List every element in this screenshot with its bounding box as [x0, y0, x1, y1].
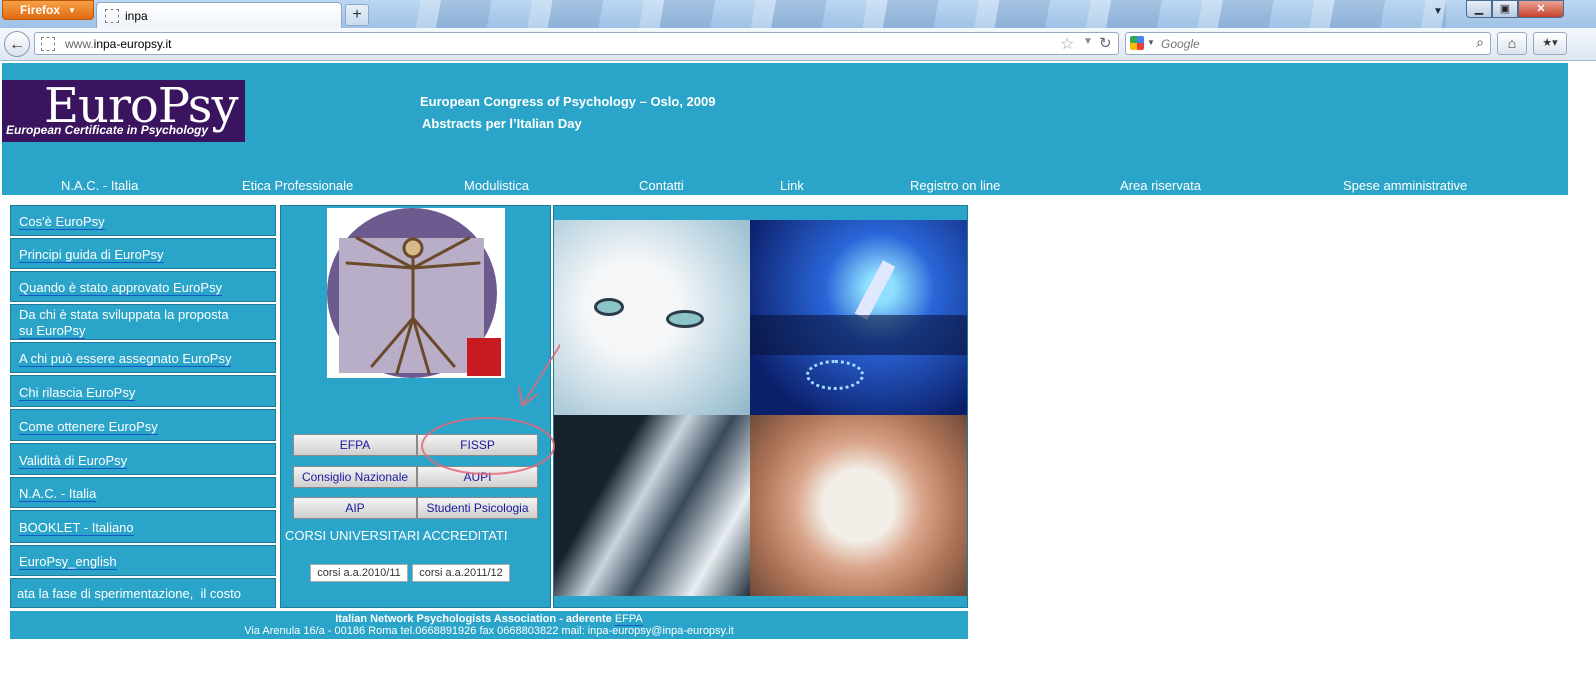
- sidebar-link-line2[interactable]: su EuroPsy: [19, 324, 86, 339]
- sidebar-item[interactable]: Quando è stato approvato EuroPsy: [10, 271, 276, 302]
- sidebar-link[interactable]: Cos'è EuroPsy: [19, 215, 105, 230]
- nav-etica-professionale[interactable]: Etica Professionale: [242, 178, 353, 193]
- tab-inpa[interactable]: inpa: [96, 2, 342, 28]
- site-identity-icon[interactable]: [41, 37, 55, 51]
- url-prefix: www.: [65, 37, 94, 51]
- history-dropdown-icon[interactable]: ▼: [1083, 36, 1093, 47]
- sidebar-item[interactable]: Come ottenere EuroPsy: [10, 409, 276, 441]
- page-favicon-icon: [105, 8, 119, 23]
- nav-spese-amministrative[interactable]: Spese amministrative: [1343, 178, 1467, 193]
- cathedral-graphic: [467, 338, 501, 376]
- search-bar[interactable]: ▼ Google ⌕: [1125, 32, 1491, 55]
- collage-image: [554, 220, 967, 596]
- site-footer: Italian Network Psychologists Associatio…: [10, 611, 968, 639]
- engine-dropdown-icon[interactable]: ▼: [1147, 38, 1155, 47]
- sidebar: Cos'è EuroPsy Principi guida di EuroPsy …: [10, 205, 278, 608]
- nav-link[interactable]: Link: [780, 178, 804, 193]
- firefox-menu-button[interactable]: Firefox ▼: [2, 0, 94, 20]
- sidebar-link[interactable]: Validità di EuroPsy: [19, 454, 128, 469]
- sidebar-link[interactable]: Principi guida di EuroPsy: [19, 248, 164, 263]
- middle-panel: EFPA FISSP Consiglio Nazionale AUPI AIP …: [280, 205, 551, 608]
- header-subtitle[interactable]: Abstracts per l’Italian Day: [422, 116, 582, 131]
- nav-nac-italia[interactable]: N.A.C. - Italia: [61, 178, 138, 193]
- sidebar-item[interactable]: EuroPsy_english: [10, 545, 276, 576]
- close-window-button[interactable]: ✕: [1518, 0, 1564, 18]
- bookmarks-menu-button[interactable]: ★▾: [1533, 32, 1567, 55]
- top-navigation: N.A.C. - Italia Etica Professionale Modu…: [2, 178, 1568, 196]
- sidebar-link[interactable]: Chi rilascia EuroPsy: [19, 386, 136, 401]
- nav-area-riservata[interactable]: Area riservata: [1120, 178, 1201, 193]
- reload-icon[interactable]: ↻: [1099, 34, 1112, 52]
- efpa-button[interactable]: EFPA: [293, 434, 417, 456]
- maximize-button[interactable]: ▣: [1492, 0, 1518, 18]
- footer-line1: Italian Network Psychologists Associatio…: [10, 613, 968, 626]
- sidebar-item[interactable]: Validità di EuroPsy: [10, 443, 276, 475]
- sidebar-item[interactable]: Chi rilascia EuroPsy: [10, 375, 276, 407]
- corsi-title: CORSI UNIVERSITARI ACCREDITATI: [285, 528, 508, 543]
- sidebar-item[interactable]: Da chi è stata sviluppata la proposta su…: [10, 304, 276, 340]
- sidebar-link[interactable]: EuroPsy_english: [19, 555, 117, 570]
- sidebar-link[interactable]: Come ottenere EuroPsy: [19, 420, 158, 435]
- sidebar-item[interactable]: A chi può essere assegnato EuroPsy: [10, 342, 276, 373]
- corsi-2010-link[interactable]: corsi a.a.2010/11: [310, 564, 408, 582]
- consiglio-nazionale-button[interactable]: Consiglio Nazionale: [293, 466, 417, 488]
- vitruvian-man-image: [327, 208, 505, 378]
- chevron-down-icon: ▼: [68, 5, 76, 15]
- aupi-button[interactable]: AUPI: [417, 466, 538, 488]
- image-collage-panel: [553, 205, 968, 608]
- fissp-button[interactable]: FISSP: [417, 434, 538, 456]
- europsy-logo[interactable]: EuroPsy European Certificate in Psycholo…: [2, 78, 245, 142]
- sidebar-item[interactable]: BOOKLET - Italiano: [10, 510, 276, 543]
- back-button[interactable]: ←: [4, 31, 30, 57]
- url-domain: inpa-europsy.it: [93, 37, 172, 51]
- sidebar-link[interactable]: Quando è stato approvato EuroPsy: [19, 281, 223, 296]
- new-tab-button[interactable]: +: [345, 4, 369, 26]
- sidebar-item[interactable]: Principi guida di EuroPsy: [10, 238, 276, 269]
- sidebar-marquee-text: ata la fase di sperimentazione, il costo: [17, 586, 242, 601]
- navigation-toolbar: ← www.inpa-europsy.it ☆ ▼ ↻ ▼ Google ⌕ ⌂…: [0, 28, 1596, 61]
- lighthouse-photo: [750, 220, 967, 415]
- aip-button[interactable]: AIP: [293, 497, 417, 519]
- hands-circle-photo: [750, 415, 967, 596]
- handshake-photo: [554, 415, 750, 596]
- sidebar-link[interactable]: N.A.C. - Italia: [19, 487, 97, 502]
- sidebar-item[interactable]: Cos'è EuroPsy: [10, 205, 276, 236]
- sidebar-link[interactable]: A chi può essere assegnato EuroPsy: [19, 352, 232, 367]
- sidebar-link[interactable]: Da chi è stata sviluppata la proposta: [19, 308, 229, 322]
- firefox-menu-label: Firefox: [20, 3, 61, 17]
- header-title[interactable]: European Congress of Psychology – Oslo, …: [420, 94, 715, 109]
- logo-subtitle: European Certificate in Psychology: [6, 123, 209, 137]
- sidebar-marquee: ata la fase di sperimentazione, il costo: [10, 578, 276, 608]
- studenti-psicologia-button[interactable]: Studenti Psicologia: [417, 497, 538, 519]
- tab-list-chevron-icon[interactable]: ▼: [1433, 6, 1443, 17]
- corsi-2011-link[interactable]: corsi a.a.2011/12: [412, 564, 510, 582]
- site-header: EuroPsy European Certificate in Psycholo…: [2, 63, 1568, 195]
- footer-association: Italian Network Psychologists Associatio…: [335, 613, 615, 625]
- footer-address: Via Arenula 16/a - 00186 Roma tel.066889…: [244, 625, 734, 637]
- search-placeholder: Google: [1161, 37, 1200, 51]
- nav-registro-online[interactable]: Registro on line: [910, 178, 1000, 193]
- google-engine-icon[interactable]: [1130, 36, 1144, 50]
- nav-contatti[interactable]: Contatti: [639, 178, 684, 193]
- sidebar-link[interactable]: BOOKLET - Italiano: [19, 521, 134, 536]
- minimize-button[interactable]: ▁: [1466, 0, 1492, 18]
- face-photo: [554, 220, 750, 415]
- title-bar: Firefox ▼ inpa + ▼ ▁ ▣ ✕: [0, 0, 1596, 28]
- web-page: EuroPsy European Certificate in Psycholo…: [0, 61, 1596, 700]
- home-button[interactable]: ⌂: [1497, 32, 1527, 55]
- bookmark-star-icon[interactable]: ☆: [1060, 34, 1074, 54]
- url-text: www.inpa-europsy.it: [65, 37, 172, 51]
- nav-modulistica[interactable]: Modulistica: [464, 178, 529, 193]
- sidebar-item[interactable]: N.A.C. - Italia: [10, 477, 276, 508]
- address-bar[interactable]: www.inpa-europsy.it ☆ ▼ ↻: [34, 32, 1119, 55]
- search-icon[interactable]: ⌕: [1476, 34, 1484, 51]
- tab-title: inpa: [125, 8, 148, 23]
